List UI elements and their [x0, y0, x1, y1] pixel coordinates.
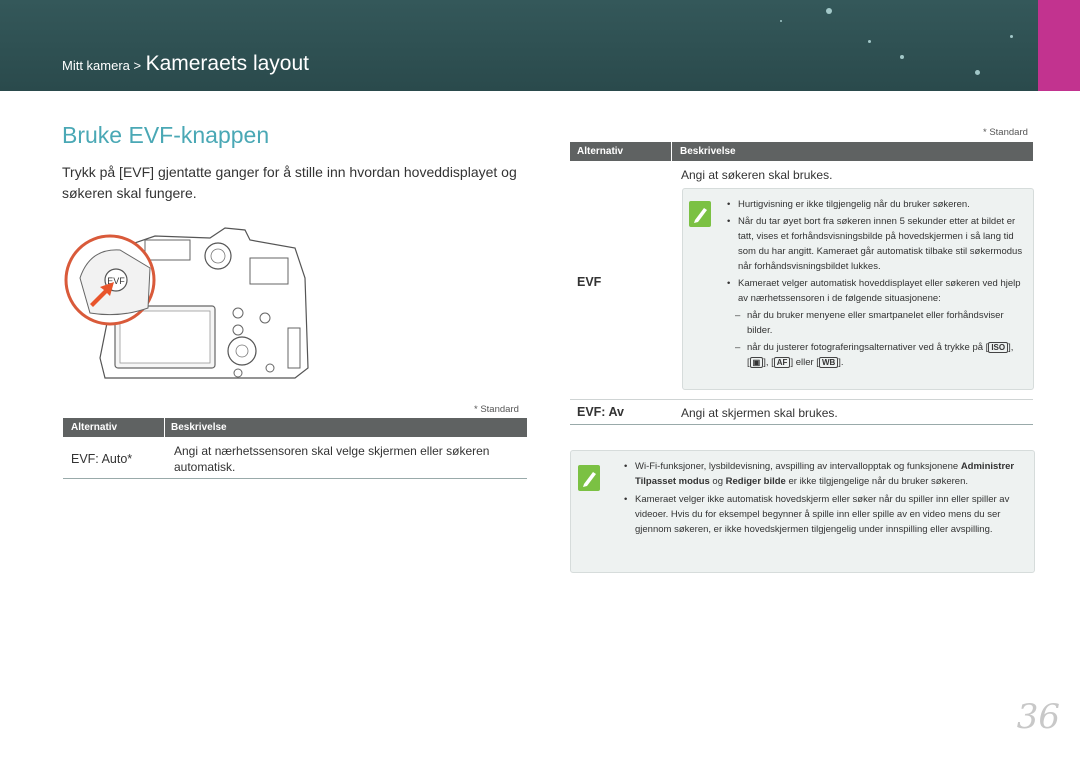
col-alternativ: Alternativ: [577, 146, 624, 157]
sparkle-decoration: [975, 70, 980, 75]
page-number: 36: [1016, 697, 1060, 737]
standard-note: * Standard: [983, 127, 1028, 138]
row-label-evf-auto: EVF: Auto*: [71, 452, 133, 466]
col-beskrivelse: Beskrivelse: [171, 422, 227, 433]
note-bullet: Hurtigvisning er ikke tilgjengelig når d…: [725, 197, 1025, 212]
page-title: Bruke EVF-knappen: [62, 122, 270, 148]
breadcrumb-current: Kameraets layout: [145, 52, 309, 75]
table-header: Alternativ Beskrivelse: [63, 418, 527, 437]
general-notes: Wi-Fi-funksjoner, lysbildevisning, avspi…: [622, 459, 1020, 537]
options-table-right: Alternativ Beskrivelse: [570, 142, 1033, 161]
table-header: Alternativ Beskrivelse: [570, 142, 1033, 161]
standard-note: * Standard: [474, 404, 519, 415]
note-text: og: [709, 476, 726, 487]
note-bold: Rediger bilde: [725, 476, 786, 487]
sparkle-decoration: [900, 55, 904, 59]
note-bullet: Wi-Fi-funksjoner, lysbildevisning, avspi…: [622, 459, 1020, 489]
intro-before: Trykk på [: [62, 164, 123, 180]
note-bullet: Kameraet velger ikke automatisk hovedskj…: [622, 492, 1020, 537]
note-icon: [689, 201, 711, 227]
pencil-icon: [583, 472, 596, 487]
note-text: er ikke tilgjengelige når du bruker søke…: [785, 476, 969, 487]
table-bottom-rule: [63, 478, 527, 479]
breadcrumb-parent: Mitt kamera >: [62, 58, 142, 73]
sparkle-decoration: [780, 20, 782, 22]
header-divider: [164, 418, 165, 437]
note-dash: når du justerer fotograferingsalternativ…: [725, 340, 1025, 370]
note-bullet: Kameraet velger automatisk hoveddisplaye…: [725, 276, 1025, 306]
sparkle-decoration: [826, 8, 832, 14]
sparkle-decoration: [868, 40, 871, 43]
note-bullet: Når du tar øyet bort fra søkeren innen 5…: [725, 214, 1025, 274]
intro-text: Trykk på [EVF] gjentatte ganger for å st…: [62, 162, 522, 204]
sparkle-decoration: [1010, 35, 1013, 38]
row-text-evf-auto: Angi at nærhetssensoren skal velge skjer…: [174, 444, 490, 474]
note-dash-text: ] eller [: [790, 357, 819, 368]
header-divider: [671, 142, 672, 161]
note-dash: når du bruker menyene eller smartpanelet…: [725, 308, 1025, 338]
af-key: AF: [773, 357, 791, 368]
page-header: Mitt kamera > Kameraets layout: [0, 0, 1080, 91]
col-alternativ: Alternativ: [71, 422, 118, 433]
note-dash-text: ], [: [763, 357, 774, 368]
row-text-evf: Angi at søkeren skal brukes.: [681, 168, 833, 182]
col-beskrivelse: Beskrivelse: [680, 146, 736, 157]
camera-illustration: EVF: [64, 227, 309, 379]
wb-key: WB: [818, 357, 839, 368]
evf-notes: Hurtigvisning er ikke tilgjengelig når d…: [725, 197, 1025, 370]
row-divider: [570, 399, 1033, 400]
note-dash-text: ].: [838, 357, 844, 368]
options-table-left: Alternativ Beskrivelse: [63, 418, 527, 437]
breadcrumb: Mitt kamera > Kameraets layout: [62, 52, 309, 76]
note-dash-text: når du justerer fotograferingsalternativ…: [747, 342, 989, 353]
pencil-icon: [694, 208, 707, 223]
row-label-evf: EVF: [577, 275, 602, 289]
general-note-box: Wi-Fi-funksjoner, lysbildevisning, avspi…: [570, 450, 1035, 573]
row-text-evf-av: Angi at skjermen skal brukes.: [681, 406, 838, 420]
table-bottom-rule: [570, 424, 1033, 425]
iso-key: ISO: [988, 342, 1009, 353]
row-label-evf-av: EVF: Av: [577, 405, 624, 419]
intro-key: EVF: [122, 164, 151, 180]
evf-note-box: Hurtigvisning er ikke tilgjengelig når d…: [682, 188, 1034, 390]
focus-area-key: ▣: [749, 357, 764, 368]
chapter-tab: [1038, 0, 1080, 91]
note-icon: [578, 465, 600, 491]
note-text: Wi-Fi-funksjoner, lysbildevisning, avspi…: [635, 461, 961, 472]
